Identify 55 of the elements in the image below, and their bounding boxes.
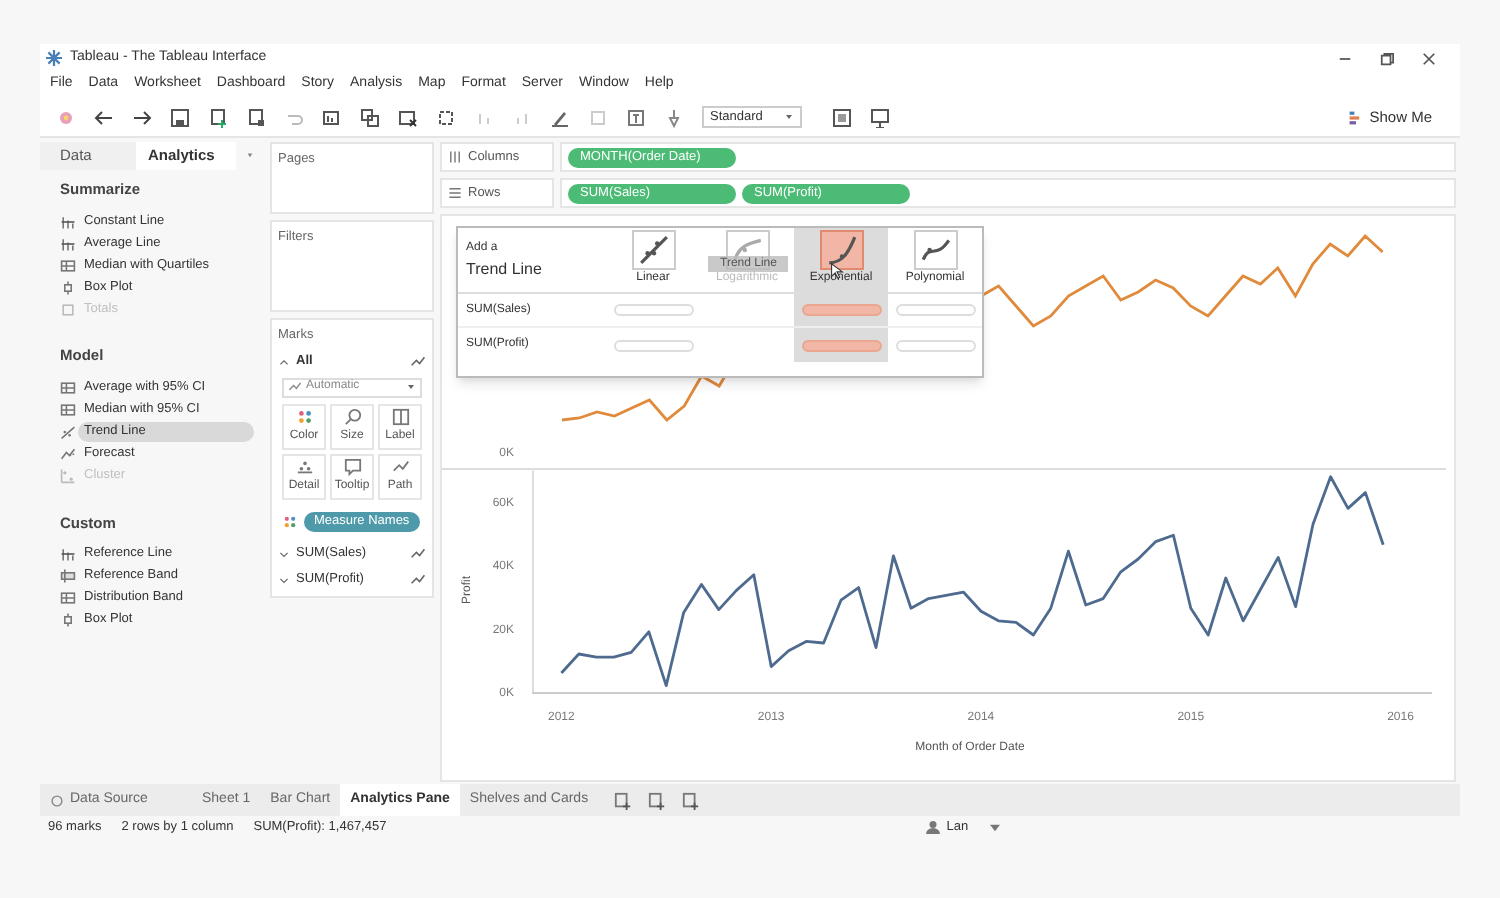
duplicate-sheet-icon[interactable]	[246, 107, 266, 127]
lasso-icon[interactable]	[436, 107, 456, 127]
close-icon[interactable]	[1422, 51, 1436, 65]
line-mark-icon	[288, 380, 302, 395]
exponential-trend-icon	[825, 234, 857, 266]
label-icon	[391, 407, 409, 426]
forward-arrow-icon[interactable]	[132, 107, 152, 127]
color-dots-icon	[295, 407, 313, 426]
caret-icon	[784, 112, 794, 122]
analytics-item-icon	[60, 301, 76, 318]
back-arrow-icon[interactable]	[94, 107, 114, 127]
caret-icon	[990, 823, 1001, 831]
clear-sheet-icon[interactable]	[398, 107, 418, 127]
restore-icon[interactable]	[1380, 51, 1394, 65]
bar-chart-icon	[1347, 109, 1364, 125]
app-logo-icon	[46, 50, 62, 66]
label-icon[interactable]	[626, 107, 646, 127]
tooltip-icon	[343, 457, 361, 476]
path-icon	[391, 457, 409, 476]
columns-icon	[448, 150, 462, 164]
analytics-item-icon	[60, 612, 76, 629]
analytics-item-icon	[60, 568, 76, 585]
new-worksheet-icon[interactable]	[614, 791, 633, 809]
analytics-item-icon	[60, 468, 76, 484]
analytics-item-icon	[60, 279, 76, 296]
caret-icon	[406, 382, 416, 393]
analytics-item-icon	[60, 213, 76, 230]
line-mark-icon	[410, 353, 426, 370]
presentation-icon[interactable]	[832, 107, 852, 127]
analytics-item-icon	[60, 380, 76, 396]
analytics-item-icon	[60, 424, 76, 440]
analytics-item-icon	[60, 235, 76, 252]
data-source-icon	[50, 793, 64, 807]
caret-icon[interactable]	[244, 150, 256, 162]
new-sheet-icon[interactable]	[208, 107, 228, 127]
color-dots-icon	[282, 513, 298, 530]
analytics-item-icon	[60, 257, 76, 274]
user-icon	[926, 820, 941, 834]
polynomial-trend-icon	[919, 234, 951, 266]
rows-icon	[448, 186, 462, 200]
monitor-icon[interactable]	[870, 107, 890, 127]
highlight-pen-icon[interactable]	[550, 107, 570, 127]
size-icon	[343, 407, 361, 426]
linear-trend-icon	[637, 234, 669, 266]
analytics-item-icon	[60, 546, 76, 563]
new-story-icon[interactable]	[682, 791, 701, 809]
collapse-icon	[278, 355, 290, 368]
analytics-item-icon	[60, 590, 76, 607]
analytics-item-icon	[60, 402, 76, 418]
swap-icon[interactable]	[360, 107, 380, 127]
detail-icon	[295, 457, 313, 476]
save-icon[interactable]	[170, 107, 190, 127]
analytics-item-icon	[60, 446, 76, 462]
new-dashboard-icon[interactable]	[648, 791, 667, 809]
popup-title: Trend Line	[466, 257, 544, 281]
